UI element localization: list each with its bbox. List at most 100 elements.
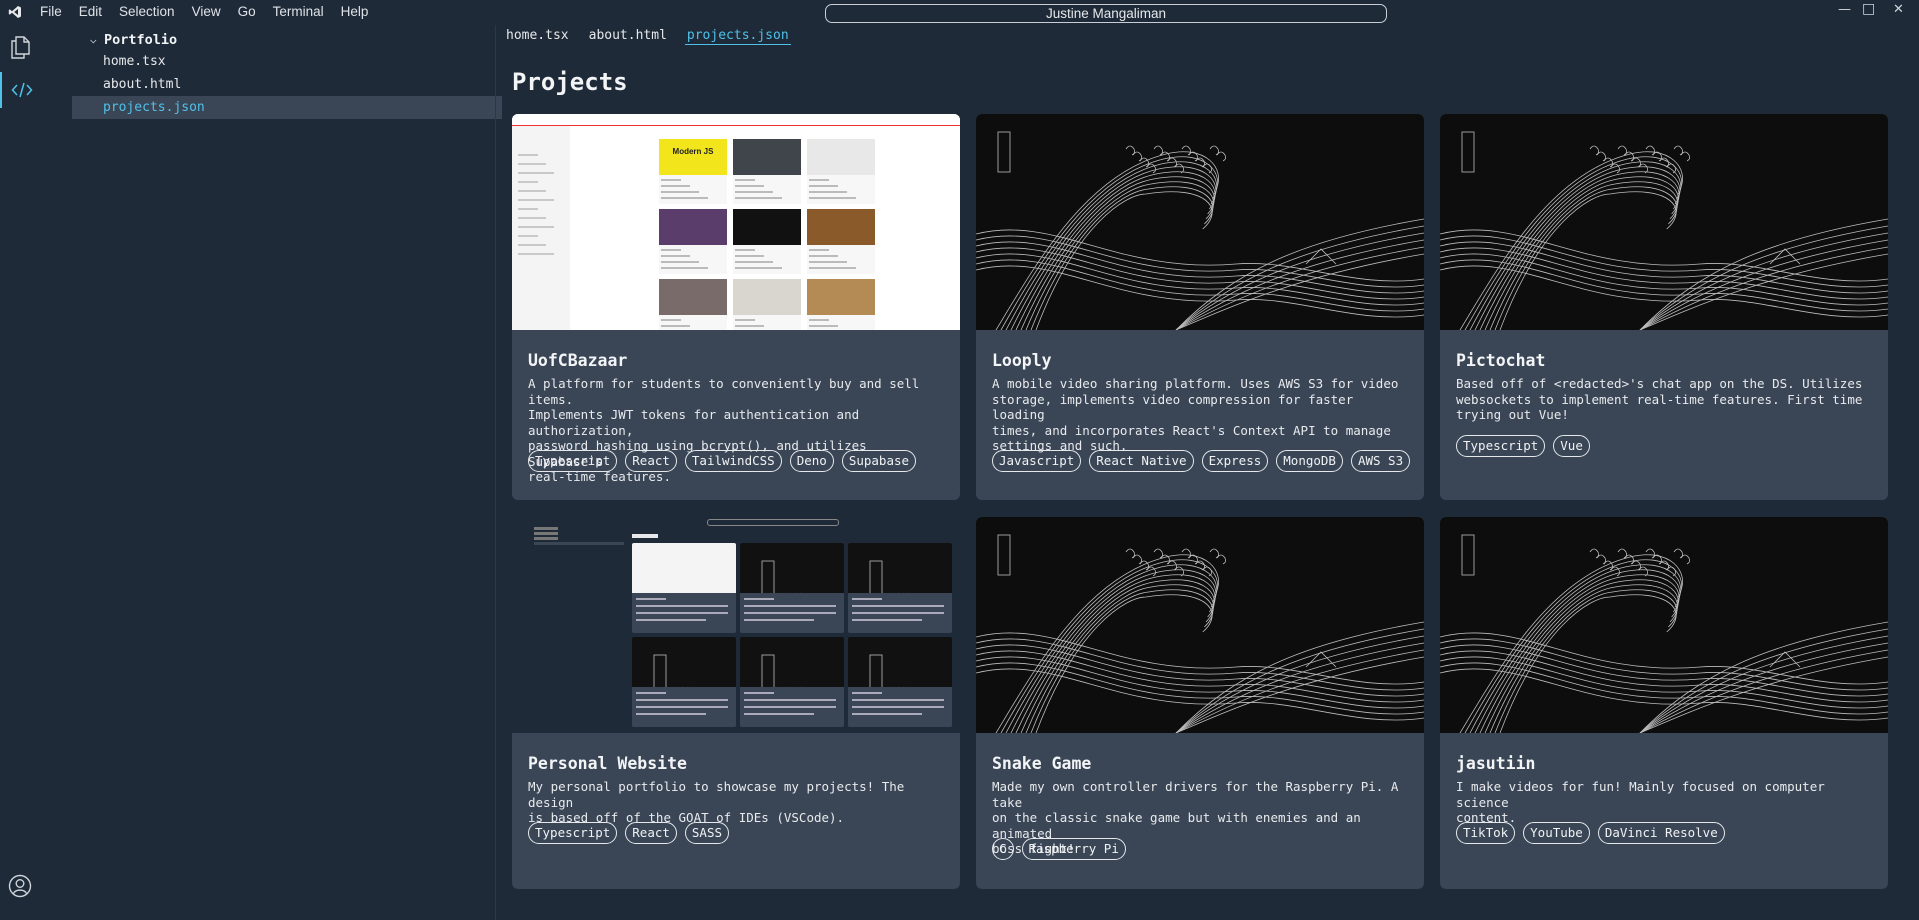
close-button[interactable]: ✕ — [1893, 2, 1904, 17]
mini-card-line — [744, 699, 836, 701]
menu-item-selection[interactable]: Selection — [119, 4, 175, 19]
sidebar-file-home-tsx[interactable]: home.tsx — [72, 50, 502, 73]
title-bar: File Edit Selection View Go Terminal Help Just… — [0, 0, 1919, 25]
menu-item-terminal[interactable]: Terminal — [273, 4, 324, 19]
great-wave-image — [759, 560, 844, 633]
chevron-down-icon: ⌵ — [90, 33, 97, 46]
bazaar-sidebar-line — [518, 163, 546, 165]
great-wave-image — [1440, 534, 1888, 733]
tag-deno: Deno — [789, 450, 834, 472]
project-description: I make videos for fun! Mainly focused on… — [1456, 779, 1825, 825]
code-icon — [11, 82, 33, 98]
bazaar-sidebar — [512, 126, 570, 330]
bazaar-listing-line — [735, 191, 773, 193]
minimize-button[interactable]: — — [1838, 2, 1851, 17]
bazaar-listing-line — [735, 249, 755, 251]
sidebar-divider[interactable] — [495, 25, 496, 920]
project-card-pictochat[interactable]: Pictochat Based off of <redacted>'s chat … — [1440, 114, 1888, 500]
tag-typescript: Typescript — [528, 450, 618, 472]
bazaar-listing-line — [809, 255, 838, 257]
mini-card-line — [636, 699, 728, 701]
great-wave-image — [976, 534, 1424, 733]
project-tags: Typescript Vue — [1456, 434, 1590, 457]
code-button[interactable] — [0, 72, 42, 108]
bazaar-sidebar-line — [518, 226, 554, 228]
mini-card-line — [636, 619, 706, 621]
command-center-search[interactable]: Justine Mangaliman — [825, 4, 1387, 23]
tag-tiktok: TikTok — [1456, 822, 1516, 844]
bazaar-listing-image — [659, 139, 727, 175]
vscode-logo-icon — [8, 6, 21, 18]
bazaar-listing: Modern JS — [659, 139, 727, 204]
menu-item-view[interactable]: View — [192, 4, 221, 19]
great-wave-image — [759, 654, 844, 727]
bazaar-listing-image — [807, 209, 875, 245]
tab-about-html[interactable]: about.html — [587, 28, 669, 44]
tab-home-tsx[interactable]: home.tsx — [504, 28, 571, 44]
project-card-uofcbazaar[interactable]: UofCBazaarModern JSUofCBazaarA platform … — [512, 114, 960, 500]
bazaar-listing-line — [809, 179, 829, 181]
project-card-looply[interactable]: Looply A mobile video sharing platform. U… — [976, 114, 1424, 500]
menu-bar: File Edit Selection View Go Terminal Help — [40, 4, 385, 19]
bazaar-header — [512, 114, 960, 126]
menu-item-go[interactable]: Go — [238, 4, 256, 19]
mini-card-image — [848, 637, 952, 727]
project-card-snake-game[interactable]: Snake Game Made my own controller drivers… — [976, 517, 1424, 889]
bazaar-listing-line — [809, 185, 838, 187]
project-tags: TikTok YouTube DaVinci Resolve — [1456, 822, 1725, 844]
bazaar-listing-line — [661, 249, 681, 251]
bazaar-listing-line — [809, 191, 847, 193]
tag-react: React — [625, 450, 677, 472]
bazaar-listing-line — [735, 255, 764, 257]
tag-react: React — [625, 822, 677, 844]
maximize-button[interactable]: □ — [1862, 1, 1875, 17]
project-thumbnail — [976, 114, 1424, 330]
great-wave-image — [867, 560, 952, 633]
account-button[interactable] — [0, 868, 40, 904]
sidebar-file-about-html[interactable]: about.html — [72, 73, 502, 96]
bazaar-listing — [659, 279, 727, 330]
bazaar-listing-image — [659, 209, 727, 245]
mini-sidebar-line — [534, 527, 558, 530]
folder-portfolio[interactable]: ⌵ Portfolio — [88, 30, 488, 50]
bazaar-sidebar-line — [518, 154, 538, 156]
bazaar-listing-image — [733, 209, 801, 245]
mini-card-image — [848, 543, 952, 633]
tag-javascript: Javascript — [992, 450, 1082, 472]
bazaar-sidebar-line — [518, 235, 538, 237]
great-wave-image — [976, 131, 1424, 330]
sidebar-file-projects-json[interactable]: projects.json — [72, 96, 502, 119]
mini-card-line — [636, 692, 666, 694]
bazaar-listing-line — [809, 325, 838, 327]
bazaar-listing-line — [661, 255, 690, 257]
bazaar-listing-line — [661, 179, 681, 181]
mini-card-image — [740, 637, 844, 727]
bazaar-listing-line — [809, 319, 829, 321]
project-title: Pictochat — [1456, 351, 1546, 370]
menu-item-help[interactable]: Help — [341, 4, 369, 19]
mini-titlebar — [707, 519, 839, 526]
menu-item-edit[interactable]: Edit — [79, 4, 102, 19]
project-title: Looply — [992, 351, 1052, 370]
great-wave-image — [867, 654, 952, 727]
tag-c: C — [992, 837, 1014, 860]
mini-card-line — [636, 713, 706, 715]
project-card-personal-website[interactable]: Personal Website My personal portfolio to… — [512, 517, 960, 889]
bazaar-listing-line — [735, 185, 764, 187]
project-title: Personal Website — [528, 754, 687, 773]
tag-mongodb: MongoDB — [1276, 450, 1343, 472]
tab-projects-json[interactable]: projects.json — [684, 28, 791, 45]
mini-card-line — [852, 619, 922, 621]
tag-typescript: Typescript — [1456, 434, 1546, 457]
mini-card-line — [636, 706, 728, 708]
bazaar-listing-line — [809, 249, 829, 251]
menu-item-file[interactable]: File — [40, 4, 62, 19]
tag-tailwindcss: TailwindCSS — [684, 450, 782, 472]
bazaar-listing — [807, 139, 875, 204]
bazaar-listing-line — [735, 179, 755, 181]
project-card-jasutiin[interactable]: jasutiin I make videos for fun! Mainly fo… — [1440, 517, 1888, 889]
mini-card — [740, 543, 844, 633]
mini-card-line — [852, 612, 944, 614]
mini-card — [848, 543, 952, 633]
explorer-button[interactable] — [0, 29, 40, 65]
